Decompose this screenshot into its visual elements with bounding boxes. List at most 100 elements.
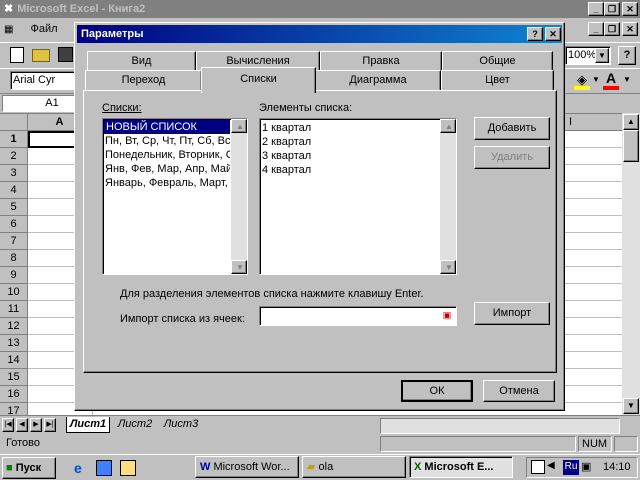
scroll-down-icon[interactable]: ▼ [440,260,456,274]
import-button[interactable]: Импорт [474,302,550,325]
column-header-i[interactable]: I [556,114,622,131]
menu-file[interactable]: Файл [31,23,58,35]
dialog-help-button[interactable]: ? [527,27,543,41]
next-sheet-icon[interactable]: ▶ [30,418,42,432]
row-header[interactable]: 7 [0,233,28,250]
list-item[interactable]: Янв, Фев, Мар, Апр, Май, Июн [103,162,230,176]
excel-app-icon: ✖ [4,3,14,15]
grid-vertical-scrollbar[interactable]: ▲ ▼ [622,113,640,415]
sheet-tab-1[interactable]: Лист1 [66,417,110,433]
close-button[interactable]: ✕ [622,2,638,16]
delete-button[interactable]: Удалить [474,146,550,169]
minimize-button[interactable]: _ [588,2,604,16]
row-header[interactable]: 15 [0,369,28,386]
last-sheet-icon[interactable]: ▶| [44,418,56,432]
sheet-tab-2[interactable]: Лист2 [114,418,156,432]
channels-icon[interactable] [120,460,136,476]
row-header[interactable]: 4 [0,182,28,199]
row-header[interactable]: 6 [0,216,28,233]
cancel-button[interactable]: Отмена [483,380,555,402]
row-header[interactable]: 12 [0,318,28,335]
entry-item[interactable]: 1 квартал [260,121,456,135]
row-header[interactable]: 5 [0,199,28,216]
tab-general[interactable]: Общие [442,51,553,72]
outlook-icon[interactable] [96,460,112,476]
save-icon[interactable] [58,47,73,62]
doc-restore-button[interactable]: ❐ [604,22,620,36]
list-item[interactable]: Январь, Февраль, Март, Апрель [103,176,230,190]
fill-dropdown-icon: ▼ [592,75,600,84]
import-range-input[interactable]: ▣ [259,306,457,326]
entries-scrollbar[interactable]: ▲ ▼ [440,119,456,274]
tray-app-icon[interactable] [531,460,545,474]
row-header[interactable]: 11 [0,301,28,318]
row-header[interactable]: 1 [0,131,28,148]
doc-icon: ▦ [4,24,14,35]
sheet-tab-bar: |◀ ◀ ▶ ▶| Лист1 Лист2 Лист3 [0,415,640,435]
doc-close-button[interactable]: ✕ [622,22,638,36]
list-item[interactable]: Понедельник, Вторник, Среда [103,148,230,162]
add-button[interactable]: Добавить [474,117,550,140]
row-header[interactable]: 10 [0,284,28,301]
first-sheet-icon[interactable]: |◀ [2,418,14,432]
task-folder[interactable]: ▰ ola [302,456,406,478]
horizontal-scrollbar[interactable] [380,418,620,434]
list-item[interactable]: Пн, Вт, Ср, Чт, Пт, Сб, Вс [103,134,230,148]
entries-listbox[interactable]: 1 квартал 2 квартал 3 квартал 4 квартал … [259,118,457,275]
ie-icon[interactable]: e [74,460,90,476]
tab-transition[interactable]: Переход [85,70,202,91]
dialog-title: Параметры [81,28,144,40]
prev-sheet-icon[interactable]: ◀ [16,418,28,432]
tab-chart[interactable]: Диаграмма [315,70,441,91]
language-indicator[interactable]: Ru [563,460,579,475]
fill-color-icon[interactable]: ◈ [574,72,590,90]
row-header[interactable]: 2 [0,148,28,165]
row-header[interactable]: 16 [0,386,28,403]
ok-button[interactable]: ОК [401,380,473,402]
tray-network-icon[interactable]: ▣ [581,460,595,474]
lists-scrollbar[interactable]: ▲ ▼ [231,119,247,274]
start-label: Пуск [15,462,42,474]
help-icon[interactable]: ? [618,46,636,65]
lists-listbox[interactable]: НОВЫЙ СПИСОК Пн, Вт, Ср, Чт, Пт, Сб, Вс … [102,118,248,275]
start-button[interactable]: ■ Пуск [2,457,56,479]
excel-titlebar[interactable]: ✖ Microsoft Excel - Книга2 [0,0,640,18]
scroll-down-icon[interactable]: ▼ [231,260,247,274]
task-word[interactable]: W Microsoft Wor... [195,456,299,478]
tray-volume-icon[interactable]: ◀ [547,460,561,474]
row-header[interactable]: 3 [0,165,28,182]
doc-minimize-button[interactable]: _ [588,22,604,36]
row-header[interactable]: 8 [0,250,28,267]
select-all-corner[interactable] [0,114,28,131]
font-color-icon[interactable]: A [603,70,619,90]
range-select-icon[interactable]: ▣ [440,309,454,322]
maximize-button[interactable]: ❐ [604,2,620,16]
new-icon[interactable] [10,47,24,63]
dialog-close-button[interactable]: ✕ [545,27,561,41]
zoom-dropdown-icon[interactable]: ▼ [595,48,609,63]
scroll-up-icon[interactable]: ▲ [440,119,456,133]
sheet-tab-3[interactable]: Лист3 [160,418,202,432]
task-excel[interactable]: X Microsoft E... [409,456,513,478]
entry-item[interactable]: 2 квартал [260,135,456,149]
scroll-up-icon[interactable]: ▲ [623,114,639,130]
scroll-up-icon[interactable]: ▲ [231,119,247,133]
scroll-thumb[interactable] [623,130,639,162]
dialog-titlebar[interactable]: Параметры [77,25,562,43]
tab-color[interactable]: Цвет [441,70,554,91]
entry-item[interactable]: 3 квартал [260,149,456,163]
import-label: Импорт списка из ячеек: [120,313,245,325]
font-name-box[interactable]: Arial Cyr [10,71,82,90]
tab-edit[interactable]: Правка [320,51,442,72]
windows-logo-icon: ■ [6,462,13,474]
list-item-new[interactable]: НОВЫЙ СПИСОК [104,120,230,134]
open-icon[interactable] [32,49,50,62]
tab-lists[interactable]: Списки [201,67,316,93]
tab-view[interactable]: Вид [87,51,196,72]
row-header[interactable]: 9 [0,267,28,284]
entry-item[interactable]: 4 квартал [260,163,456,177]
row-header[interactable]: 14 [0,352,28,369]
row-header[interactable]: 13 [0,335,28,352]
excel-title: Microsoft Excel - Книга2 [17,3,146,15]
scroll-down-icon[interactable]: ▼ [623,398,639,414]
